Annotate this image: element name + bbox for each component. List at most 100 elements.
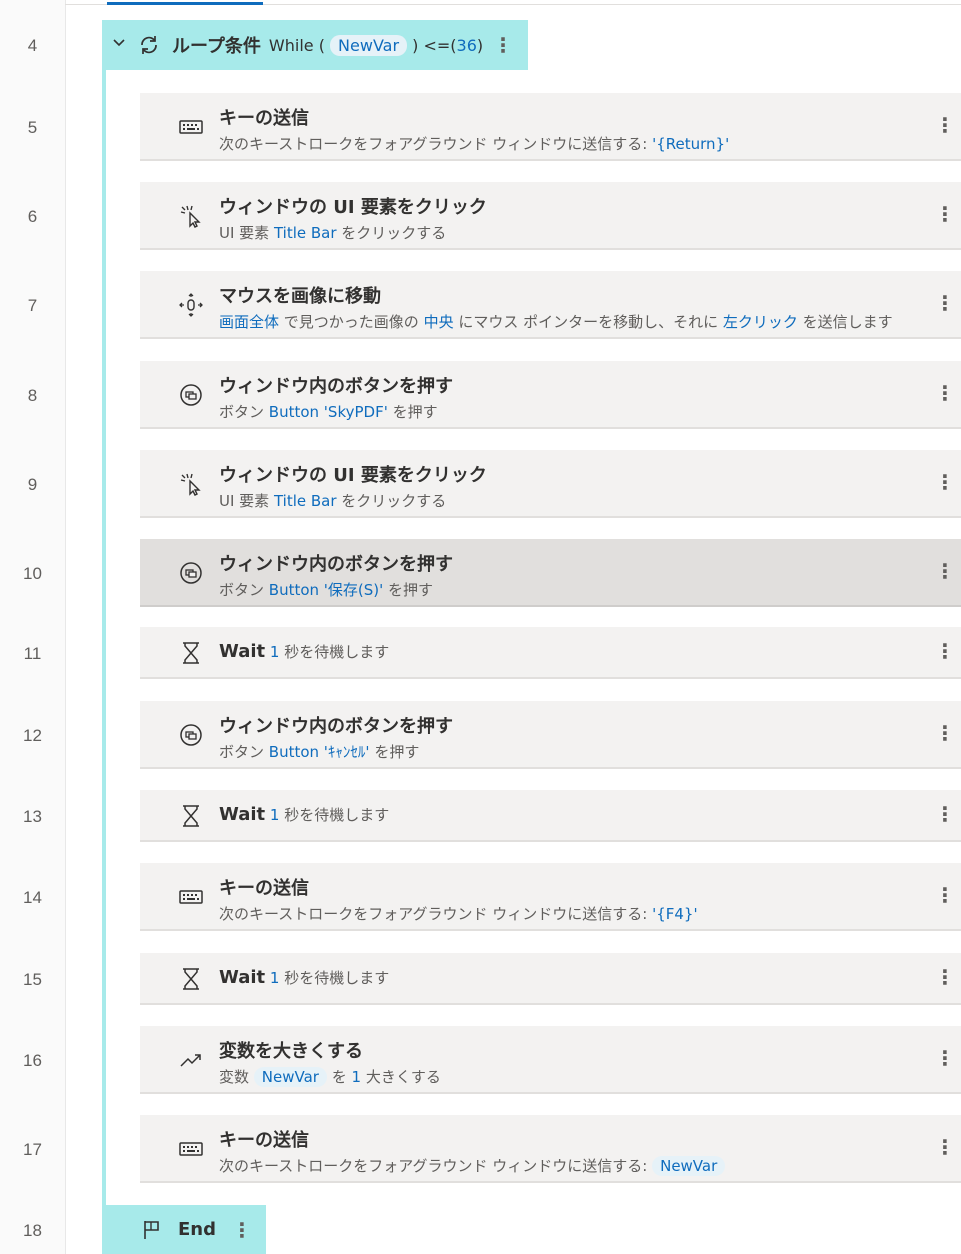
end-block[interactable]: End ⋮ [102, 1205, 266, 1254]
description-text: 大きくする [361, 1068, 441, 1086]
keyboard-icon [178, 884, 204, 910]
line-number: 6 [27, 207, 38, 226]
action-description: ボタン Button 'ｷｬﾝｾﾙ' を押す [219, 741, 419, 762]
line-number: 5 [27, 118, 38, 137]
loop-more-options-icon[interactable]: ⋮ [493, 35, 513, 55]
line-number: 4 [27, 36, 38, 55]
window-button-icon [178, 560, 204, 586]
line-number: 13 [23, 807, 42, 826]
action-title: ウィンドウの UI 要素をクリック [219, 197, 487, 218]
description-text: にマウス ポインターを移動し、それに [453, 313, 723, 331]
action-card[interactable]: ウィンドウ内のボタンを押す ボタン Button 'SkyPDF' を押す ⋮ [140, 361, 961, 429]
end-more-options-icon[interactable]: ⋮ [232, 1220, 252, 1240]
loop-close: ) [476, 35, 484, 55]
description-text: を押す [369, 743, 420, 761]
more-options-icon[interactable]: ⋮ [935, 804, 955, 824]
action-title: Wait [219, 967, 266, 988]
action-summary: Wait 1 秒を待機します [219, 967, 389, 988]
description-text: UI 要素 [219, 492, 274, 510]
action-card[interactable]: 変数を大きくする 変数 NewVar を 1 大きくする ⋮ [140, 1026, 961, 1094]
action-title: ウィンドウ内のボタンを押す [219, 376, 453, 397]
action-card[interactable]: キーの送信次のキーストロークをフォアグラウンド ウィンドウに送信する: '{F4… [140, 863, 961, 931]
description-text: を押す [387, 403, 438, 421]
more-options-icon[interactable]: ⋮ [935, 383, 955, 403]
hourglass-icon [178, 966, 204, 992]
action-description: 変数 NewVar を 1 大きくする [219, 1066, 441, 1087]
parameter-value: 左クリック [722, 313, 798, 331]
more-options-icon[interactable]: ⋮ [935, 1048, 955, 1068]
action-description: ボタン Button 'SkyPDF' を押す [219, 401, 438, 422]
action-card[interactable]: キーの送信次のキーストロークをフォアグラウンド ウィンドウに送信する: NewV… [140, 1115, 961, 1183]
description-text: UI 要素 [219, 224, 274, 242]
action-card[interactable]: キーの送信 次のキーストロークをフォアグラウンド ウィンドウに送信する: '{Re… [140, 93, 961, 161]
while-prefix: While ( [268, 35, 325, 55]
action-card[interactable]: ウィンドウ内のボタンを押す ボタン Button '保存(S)' を押す ⋮ [140, 539, 961, 607]
parameter-value: 中央 [423, 313, 454, 331]
flag-icon [140, 1218, 164, 1242]
more-options-icon[interactable]: ⋮ [935, 723, 955, 743]
loop-header[interactable]: ループ条件 While ( NewVar ) <=(36) ⋮ [102, 20, 528, 70]
action-title: ウィンドウ内のボタンを押す [219, 716, 453, 737]
more-options-icon[interactable]: ⋮ [935, 115, 955, 135]
description-text: 変数 [219, 1068, 254, 1086]
action-summary: Wait 1 秒を待機します [219, 804, 389, 825]
action-title: 変数を大きくする [219, 1041, 363, 1062]
action-card[interactable]: Wait 1 秒を待機します ⋮ [140, 790, 961, 842]
action-title: キーの送信 [219, 1130, 309, 1151]
action-description: UI 要素 Title Bar をクリックする [219, 490, 446, 511]
action-description: 次のキーストロークをフォアグラウンド ウィンドウに送信する: '{F4}' [219, 903, 698, 924]
line-number: 17 [23, 1140, 42, 1159]
parameter-value: Button '保存(S)' [268, 581, 384, 599]
line-number: 18 [23, 1221, 42, 1240]
line-number: 14 [23, 888, 42, 907]
description-text: ボタン [219, 403, 269, 421]
loop-label: ループ条件 [172, 36, 261, 57]
loop-limit: 36 [456, 35, 477, 55]
window-button-icon [178, 722, 204, 748]
action-card[interactable]: Wait 1 秒を待機します ⋮ [140, 627, 961, 679]
parameter-value: '{F4}' [652, 905, 698, 923]
action-title: マウスを画像に移動 [219, 286, 381, 307]
action-card[interactable]: マウスを画像に移動 画面全体 で見つかった画像の 中央 にマウス ポインターを移動… [140, 271, 961, 339]
more-options-icon[interactable]: ⋮ [935, 641, 955, 661]
action-description: 次のキーストロークをフォアグラウンド ウィンドウに送信する: NewVar [219, 1155, 726, 1176]
parameter-value: Button 'ｷｬﾝｾﾙ' [268, 743, 370, 761]
more-options-icon[interactable]: ⋮ [935, 204, 955, 224]
line-number: 10 [23, 564, 42, 583]
description-text: で見つかった画像の [279, 313, 424, 331]
action-title: Wait [219, 641, 266, 662]
line-number: 12 [23, 726, 42, 745]
window-button-icon [178, 382, 204, 408]
description-text: を送信します [797, 313, 893, 331]
description-text: をクリックする [336, 224, 447, 242]
more-options-icon[interactable]: ⋮ [935, 293, 955, 313]
more-options-icon[interactable]: ⋮ [935, 1137, 955, 1157]
action-title: ウィンドウの UI 要素をクリック [219, 465, 487, 486]
action-title: Wait [219, 804, 266, 825]
description-text: 次のキーストロークをフォアグラウンド ウィンドウに送信する: [219, 905, 653, 923]
keyboard-icon [178, 114, 204, 140]
description-text: をクリックする [336, 492, 447, 510]
description-text: ボタン [219, 581, 269, 599]
more-options-icon[interactable]: ⋮ [935, 967, 955, 987]
line-number: 15 [23, 970, 42, 989]
loop-body-bar [102, 70, 106, 1210]
more-options-icon[interactable]: ⋮ [935, 561, 955, 581]
action-title: キーの送信 [219, 878, 309, 899]
parameter-value: 画面全体 [219, 313, 280, 331]
more-options-icon[interactable]: ⋮ [935, 885, 955, 905]
variable-pill: NewVar [253, 1067, 327, 1087]
description-text: を [326, 1068, 352, 1086]
action-card[interactable]: ウィンドウの UI 要素をクリック UI 要素 Title Bar をクリックする… [140, 450, 961, 518]
chevron-down-icon[interactable] [112, 36, 128, 54]
hourglass-icon [178, 803, 204, 829]
parameter-value: '{Return}' [652, 135, 730, 153]
action-card[interactable]: ウィンドウの UI 要素をクリック UI 要素 Title Bar をクリックする… [140, 182, 961, 250]
more-options-icon[interactable]: ⋮ [935, 472, 955, 492]
action-card[interactable]: ウィンドウ内のボタンを押す ボタン Button 'ｷｬﾝｾﾙ' を押す ⋮ [140, 701, 961, 769]
parameter-value: 1 [351, 1068, 362, 1086]
click-icon [178, 203, 204, 229]
action-description: ボタン Button '保存(S)' を押す [219, 579, 433, 600]
loop-condition: While ( NewVar ) <=(36) [268, 34, 484, 56]
action-card[interactable]: Wait 1 秒を待機します ⋮ [140, 953, 961, 1005]
